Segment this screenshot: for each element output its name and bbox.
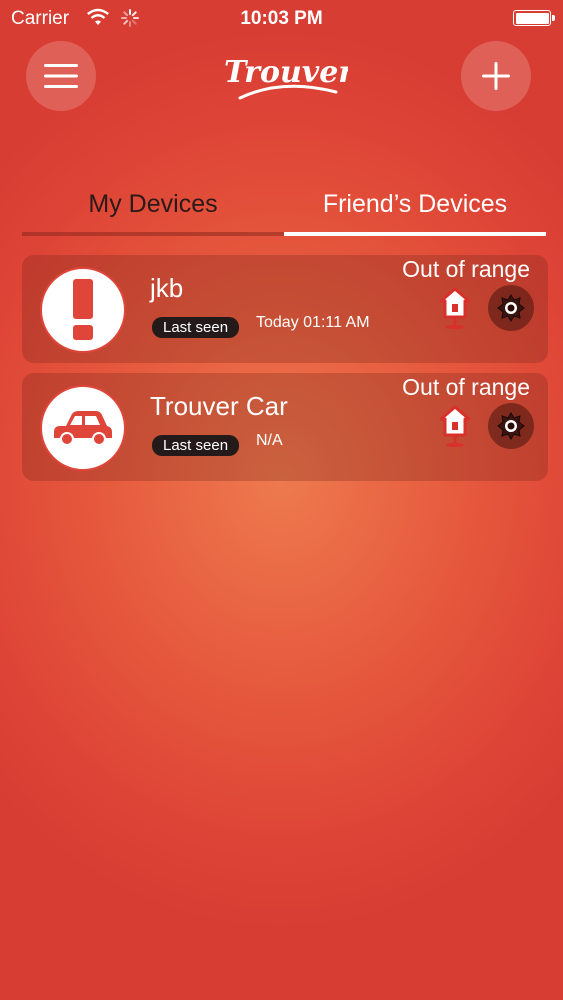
tab-friends-devices[interactable]: Friend’s Devices bbox=[284, 190, 546, 219]
tab-friends-devices-indicator bbox=[284, 232, 546, 236]
tab-my-devices-indicator bbox=[22, 232, 284, 236]
status-bar: Carrier 10:03 PM bbox=[0, 0, 563, 38]
device-status: Out of range bbox=[402, 374, 530, 400]
clock-time: 10:03 PM bbox=[240, 8, 323, 29]
exclamation-icon bbox=[73, 279, 93, 340]
add-device-button[interactable] bbox=[461, 41, 531, 111]
device-card[interactable]: jkb Last seen Today 01:11 AM Out of rang… bbox=[22, 255, 548, 363]
plus-icon bbox=[482, 62, 510, 90]
last-seen-value: N/A bbox=[256, 432, 283, 449]
home-pin-icon[interactable] bbox=[438, 287, 472, 329]
device-avatar bbox=[40, 385, 126, 471]
car-icon bbox=[54, 411, 112, 446]
device-status: Out of range bbox=[402, 256, 530, 282]
home-pin-icon[interactable] bbox=[438, 405, 472, 447]
last-seen-badge: Last seen bbox=[152, 435, 240, 456]
device-name: jkb bbox=[150, 273, 184, 303]
alarm-icon bbox=[497, 412, 525, 440]
device-card[interactable]: Trouver Car Last seen N/A Out of range bbox=[22, 373, 548, 481]
device-tabs: My Devices Friend’s Devices bbox=[22, 190, 546, 238]
battery-icon bbox=[513, 10, 555, 26]
last-seen-value: Today 01:11 AM bbox=[256, 314, 370, 331]
trouver-logo: Trouver bbox=[224, 55, 348, 100]
menu-button[interactable] bbox=[26, 41, 96, 111]
alarm-icon bbox=[497, 294, 525, 322]
device-avatar bbox=[40, 267, 126, 353]
svg-text:Trouver: Trouver bbox=[224, 55, 348, 90]
hamburger-menu-icon bbox=[44, 64, 78, 88]
device-name: Trouver Car bbox=[150, 391, 288, 421]
tab-my-devices[interactable]: My Devices bbox=[22, 190, 284, 219]
alarm-button[interactable] bbox=[488, 285, 534, 331]
alarm-button[interactable] bbox=[488, 403, 534, 449]
last-seen-badge: Last seen bbox=[152, 317, 240, 338]
